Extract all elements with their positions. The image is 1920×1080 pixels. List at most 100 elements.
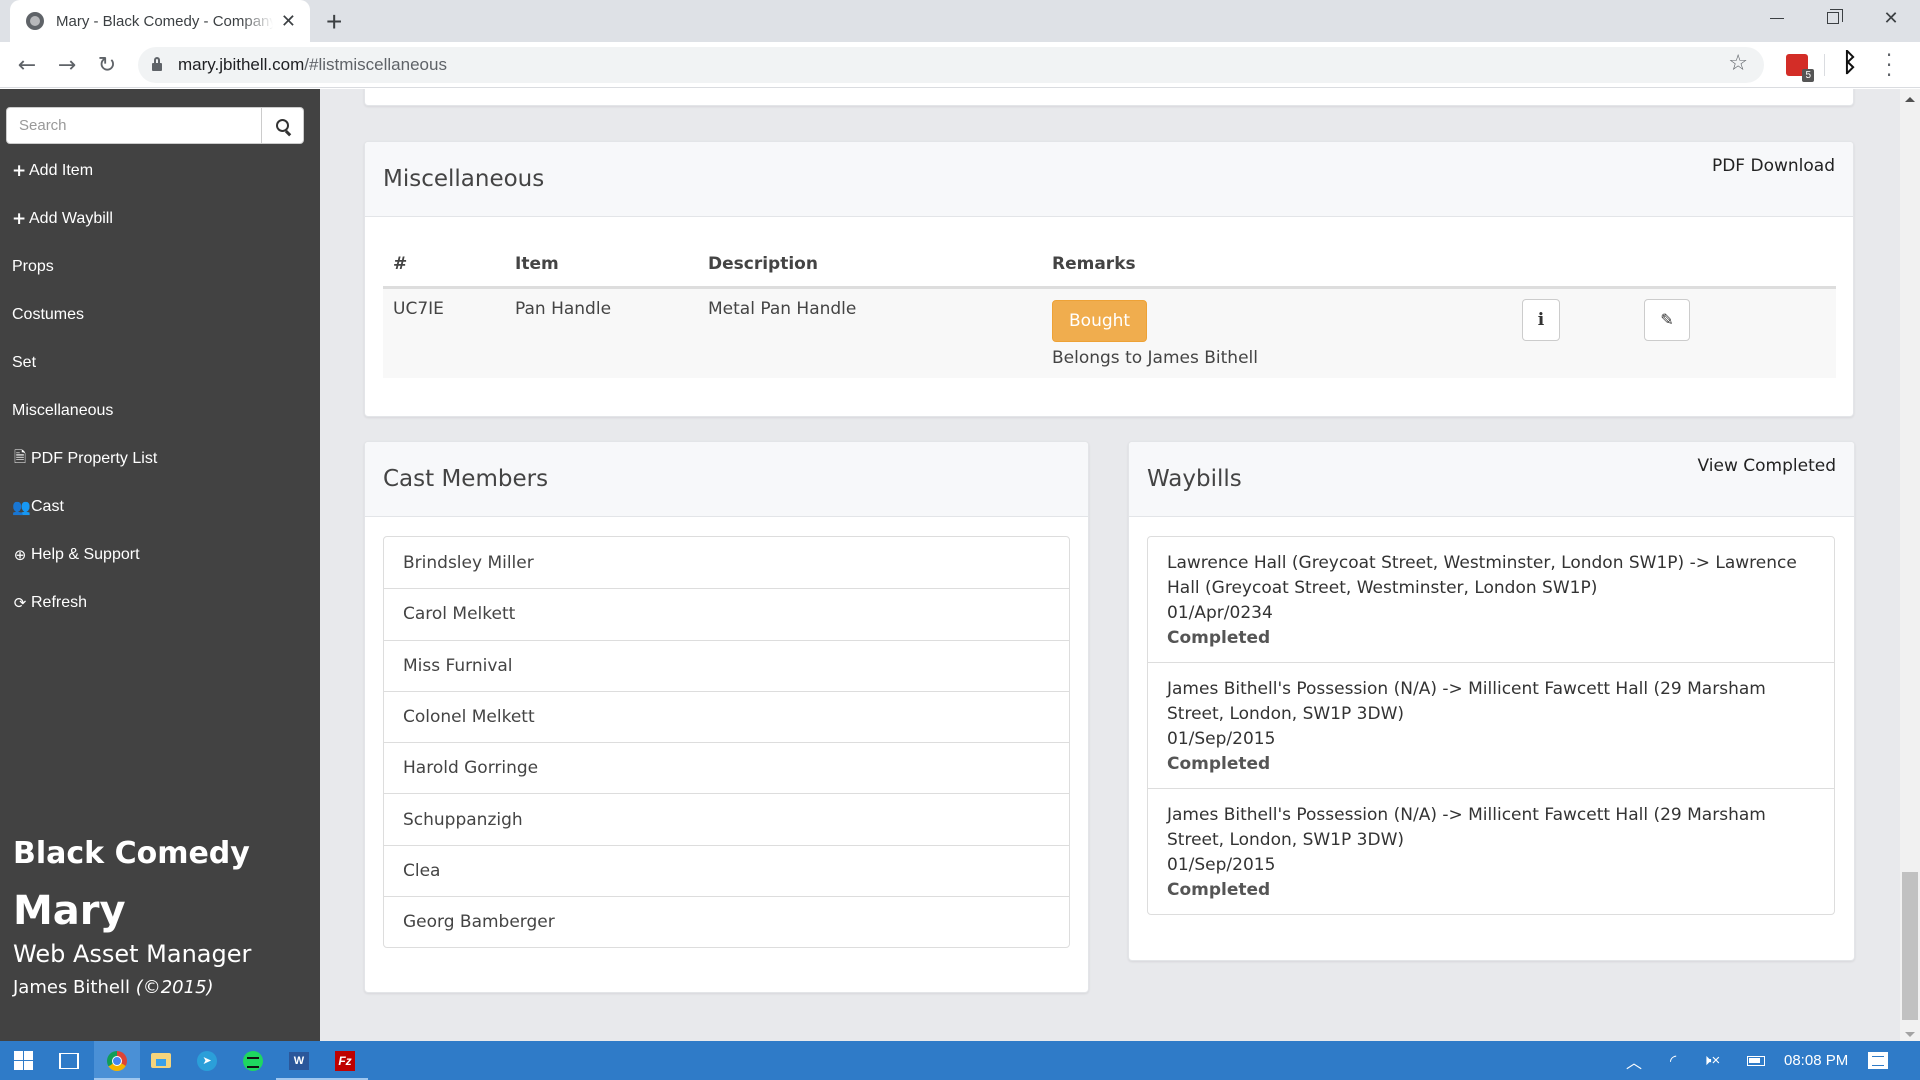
- toolbar-divider: [1824, 54, 1825, 76]
- sidebar-item-add-waybill[interactable]: + Add Waybill: [0, 195, 320, 243]
- chrome-icon: [107, 1050, 127, 1071]
- scroll-down-arrow-icon[interactable]: [1905, 1032, 1915, 1037]
- sidebar-item-cast[interactable]: 👥 Cast: [0, 483, 320, 531]
- taskbar-chrome[interactable]: [94, 1041, 140, 1080]
- sidebar-item-add-item[interactable]: + Add Item: [0, 147, 320, 195]
- list-item[interactable]: Georg Bamberger: [384, 896, 1069, 947]
- list-item[interactable]: Brindsley Miller: [384, 537, 1069, 588]
- pdf-download-link[interactable]: PDF Download: [1712, 156, 1835, 176]
- waybill-date: 01/Apr/0234: [1167, 603, 1273, 623]
- taskbar-spotify[interactable]: [230, 1041, 276, 1080]
- life-ring-icon: ⊕: [13, 546, 27, 564]
- battery-icon[interactable]: [1747, 1041, 1765, 1080]
- cell-id: UC7IE: [383, 287, 505, 378]
- start-button[interactable]: [0, 1041, 46, 1080]
- column-header-remarks: Remarks: [1042, 242, 1512, 289]
- restore-button[interactable]: [1806, 0, 1860, 36]
- show-hidden-icons-button[interactable]: ︿: [1626, 1041, 1642, 1080]
- table-row: UC7IE Pan Handle Metal Pan Handle Bought…: [383, 287, 1836, 378]
- search-group: [6, 107, 304, 144]
- show-name: Black Comedy: [13, 836, 250, 871]
- lock-icon: [152, 57, 162, 71]
- info-button[interactable]: i: [1522, 298, 1560, 341]
- search-input[interactable]: [6, 107, 262, 144]
- address-bar[interactable]: mary.jbithell.com/#listmiscellaneous ☆: [138, 47, 1764, 83]
- list-item[interactable]: James Bithell's Possession (N/A) -> Mill…: [1148, 662, 1834, 788]
- new-tab-button[interactable]: +: [326, 6, 342, 38]
- notifications-icon[interactable]: [1868, 1041, 1888, 1080]
- task-view-button[interactable]: [46, 1041, 92, 1080]
- browser-toolbar: ← → ↻ mary.jbithell.com/#listmiscellaneo…: [0, 42, 1920, 88]
- author-name: James Bithell: [13, 977, 130, 999]
- cast-list: Brindsley Miller Carol Melkett Miss Furn…: [383, 536, 1070, 949]
- cell-info: i: [1512, 287, 1634, 378]
- taskbar-file-explorer[interactable]: [138, 1041, 184, 1080]
- sidebar-item-miscellaneous[interactable]: Miscellaneous: [0, 387, 320, 435]
- sidebar-item-refresh[interactable]: ⟳ Refresh: [0, 579, 320, 627]
- list-item[interactable]: Lawrence Hall (Greycoat Street, Westmins…: [1148, 537, 1834, 662]
- wifi-icon[interactable]: ◜: [1670, 1041, 1676, 1080]
- waybill-status: Completed: [1167, 880, 1271, 900]
- waybills-panel: Waybills View Completed Lawrence Hall (G…: [1128, 441, 1855, 961]
- sidebar-item-label: Cast: [31, 498, 64, 515]
- sidebar-item-costumes[interactable]: Costumes: [0, 291, 320, 339]
- column-header-id: #: [383, 242, 505, 289]
- panel-title: Miscellaneous: [383, 166, 545, 192]
- panel-header: Miscellaneous PDF Download: [365, 142, 1853, 217]
- pencil-icon: ✎: [1660, 310, 1674, 329]
- close-window-button[interactable]: ✕: [1864, 0, 1918, 36]
- sidebar-item-label: Refresh: [31, 594, 88, 611]
- bookmark-star-icon[interactable]: ☆: [1728, 51, 1748, 76]
- edit-button[interactable]: ✎: [1644, 298, 1690, 341]
- browser-menu-icon[interactable]: · · ·: [1884, 45, 1894, 85]
- sidebar-item-set[interactable]: Set: [0, 339, 320, 387]
- b-extension-icon[interactable]: ᛒ: [1842, 48, 1858, 78]
- taskbar-word[interactable]: W: [276, 1041, 322, 1080]
- waybill-date: 01/Sep/2015: [1167, 855, 1276, 875]
- scroll-up-arrow-icon[interactable]: [1905, 97, 1915, 102]
- word-icon: W: [289, 1051, 309, 1070]
- taskbar-telegram[interactable]: ➤: [184, 1041, 230, 1080]
- plus-icon: +: [12, 161, 27, 181]
- sidebar-item-help-support[interactable]: ⊕ Help & Support: [0, 531, 320, 579]
- panel-header: Waybills View Completed: [1129, 442, 1854, 517]
- forward-button[interactable]: →: [52, 50, 82, 80]
- search-button[interactable]: [262, 107, 304, 144]
- cast-members-panel: Cast Members Brindsley Miller Carol Melk…: [364, 441, 1089, 993]
- waybill-status: Completed: [1167, 628, 1271, 648]
- globe-icon: [26, 12, 44, 30]
- close-tab-icon[interactable]: ✕: [281, 11, 296, 32]
- miscellaneous-panel: Miscellaneous PDF Download # Item Descri…: [364, 141, 1854, 417]
- sidebar-item-pdf-property-list[interactable]: 🗎 PDF Property List: [0, 435, 320, 483]
- list-item[interactable]: Harold Gorringe: [384, 742, 1069, 793]
- list-item[interactable]: Colonel Melkett: [384, 690, 1069, 742]
- url-host: mary.jbithell.com: [178, 55, 305, 74]
- browser-tab[interactable]: Mary - Black Comedy - Company ✕: [10, 0, 310, 42]
- sidebar-item-props[interactable]: Props: [0, 243, 320, 291]
- list-item[interactable]: Clea: [384, 844, 1069, 896]
- view-completed-link[interactable]: View Completed: [1698, 456, 1836, 476]
- minimize-button[interactable]: [1750, 0, 1804, 36]
- taskbar-clock[interactable]: 08:08 PM: [1784, 1041, 1848, 1080]
- url-path: /#listmiscellaneous: [304, 55, 447, 74]
- waybill-route: James Bithell's Possession (N/A) -> Mill…: [1167, 679, 1766, 724]
- list-item[interactable]: Schuppanzigh: [384, 793, 1069, 844]
- sidebar-nav: + Add Item + Add Waybill Props Costumes Se…: [0, 147, 320, 627]
- list-item[interactable]: James Bithell's Possession (N/A) -> Mill…: [1148, 788, 1834, 914]
- previous-panel: [364, 89, 1854, 106]
- back-button[interactable]: ←: [12, 50, 42, 80]
- windows-logo-icon: [13, 1051, 33, 1070]
- sidebar-item-label: Miscellaneous: [12, 402, 114, 419]
- panel-title: Waybills: [1147, 466, 1242, 492]
- lastpass-extension-icon[interactable]: 5: [1786, 54, 1814, 82]
- scrollbar-thumb[interactable]: [1902, 872, 1918, 1020]
- list-item[interactable]: Miss Furnival: [384, 639, 1069, 691]
- reload-button[interactable]: ↻: [92, 50, 122, 80]
- page-scrollbar[interactable]: [1900, 89, 1920, 1041]
- taskbar-filezilla[interactable]: Fz: [322, 1041, 368, 1080]
- list-item[interactable]: Carol Melkett: [384, 588, 1069, 639]
- extension-badge: 5: [1802, 69, 1814, 82]
- cell-item: Pan Handle: [505, 287, 698, 378]
- volume-muted-icon[interactable]: 🕨×: [1702, 1041, 1720, 1080]
- pdf-file-icon: 🗎: [13, 447, 27, 466]
